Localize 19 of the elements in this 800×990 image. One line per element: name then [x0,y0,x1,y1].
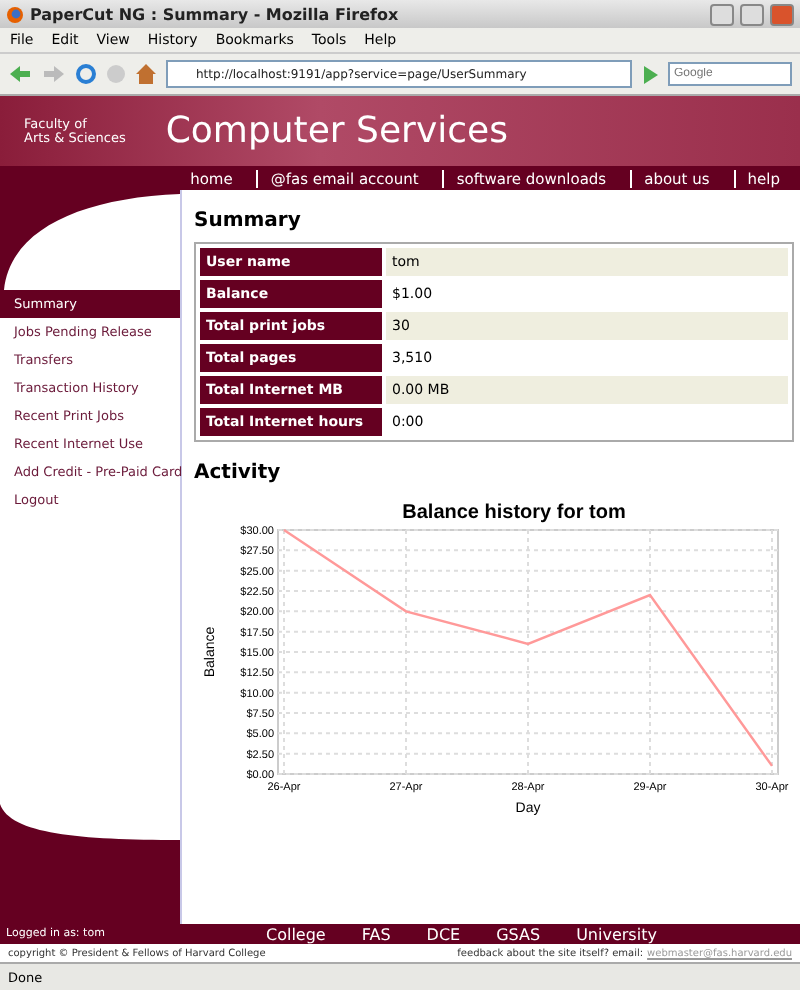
maximize-button[interactable] [740,3,764,25]
firefox-icon [6,5,24,23]
footer-link[interactable]: University [576,925,657,943]
section-heading: Activity [194,462,283,484]
footer-link[interactable]: FAS [361,925,391,943]
home-icon[interactable] [136,64,156,84]
footer-link[interactable]: DCE [426,925,461,943]
back-icon[interactable] [8,64,32,84]
footer-link[interactable]: College [266,925,326,943]
section-heading: Summary [194,210,303,232]
go-icon[interactable] [642,65,658,83]
site-title: Computer Services [165,110,508,152]
footer-link[interactable]: GSAS [496,925,541,943]
window-title: PaperCut NG : Summary - Mozilla Firefox [30,5,401,23]
close-button[interactable] [770,3,794,25]
chart-title: Balance history for tom [402,502,626,524]
minimize-button[interactable] [710,3,734,25]
forward-icon[interactable] [42,64,66,84]
reload-icon[interactable] [76,64,96,84]
